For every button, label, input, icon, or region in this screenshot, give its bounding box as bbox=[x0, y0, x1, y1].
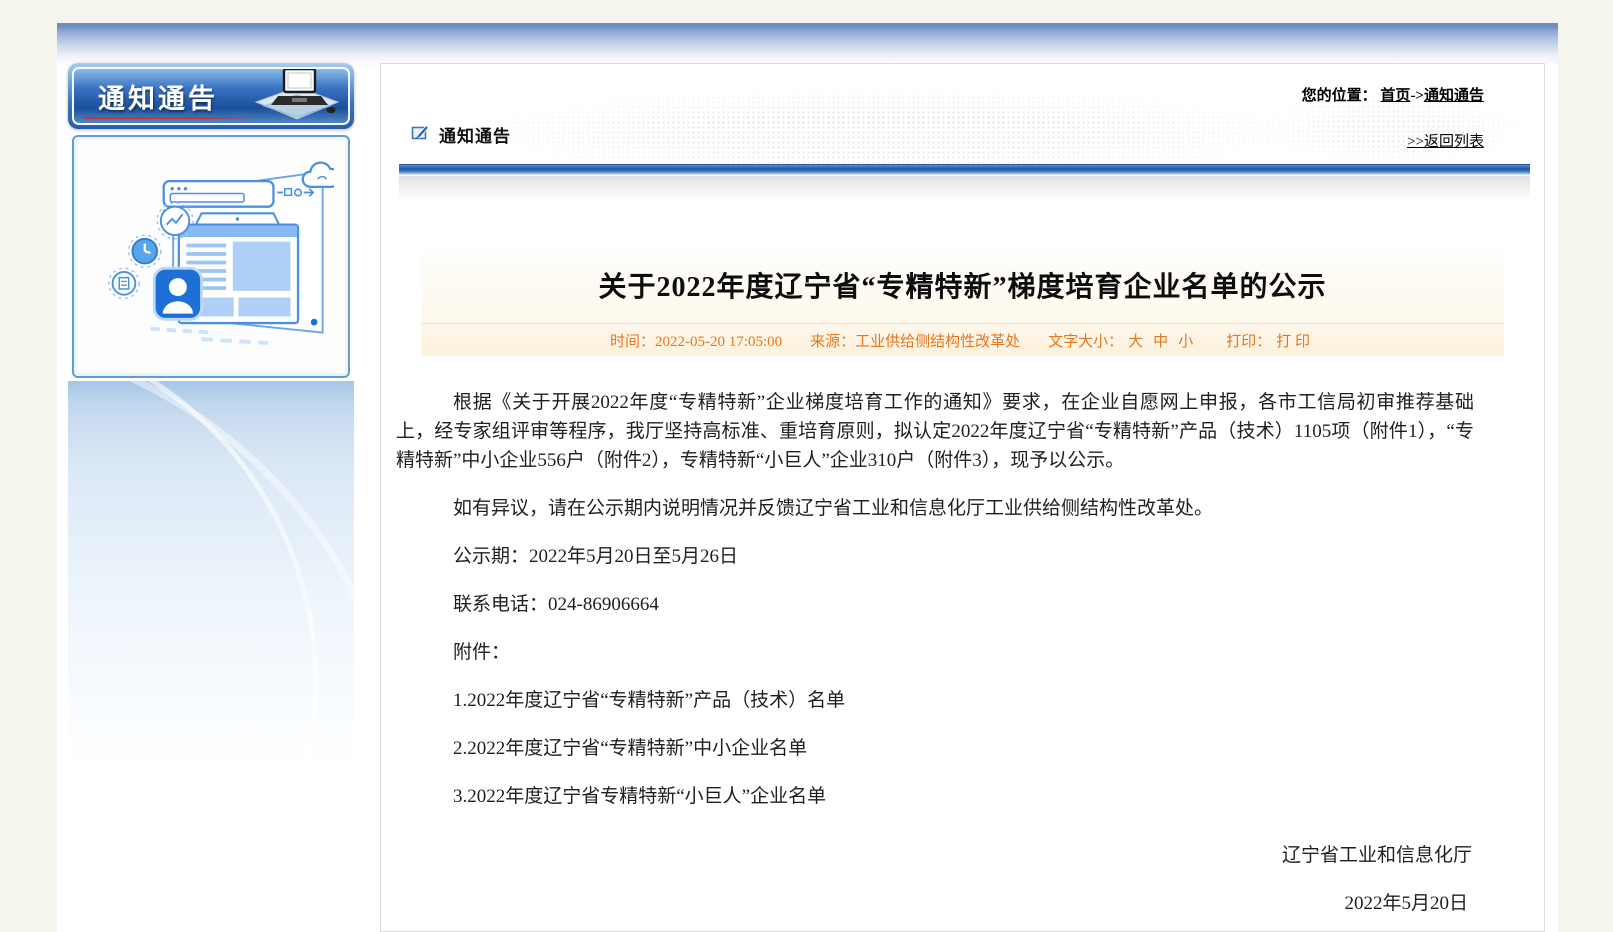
section-divider-bar bbox=[399, 164, 1530, 175]
font-size-medium[interactable]: 中 bbox=[1153, 334, 1168, 350]
meta-print: 打印： 打 印 bbox=[1226, 330, 1315, 351]
attachment-item: 1.2022年度辽宁省“专精特新”产品（技术）名单 bbox=[396, 686, 1474, 715]
paragraph: 公示期：2022年5月20日至5月26日 bbox=[396, 542, 1474, 571]
paragraph: 根据《关于开展2022年度“专精特新”企业梯度培育工作的通知》要求，在企业自愿网… bbox=[396, 388, 1474, 475]
website-illustration bbox=[88, 145, 334, 368]
time-value: 2022-05-20 17:05:00 bbox=[655, 334, 782, 350]
paragraph: 如有异议，请在公示期内说明情况并反馈辽宁省工业和信息化厅工业供给侧结构性改革处。 bbox=[396, 494, 1474, 523]
article-meta-bar: 时间：2022-05-20 17:05:00 来源：工业供给侧结构性改革处 文字… bbox=[421, 323, 1504, 356]
sidebar-header-label: 通知通告 bbox=[98, 77, 254, 116]
sidebar: 通知通告 bbox=[68, 63, 354, 773]
sidebar-header-inner: 通知通告 bbox=[72, 67, 350, 125]
breadcrumb-label: 您的位置： bbox=[1302, 88, 1377, 104]
main-panel: 您的位置： 首页->通知通告 通知通告 >>返回列表 关于2022年度辽宁省“专… bbox=[380, 63, 1545, 932]
top-gradient-bar bbox=[57, 23, 1558, 67]
font-size-small[interactable]: 小 bbox=[1178, 334, 1193, 350]
sidebar-header-notice[interactable]: 通知通告 bbox=[68, 63, 354, 129]
source-value: 工业供给侧结构性改革处 bbox=[855, 334, 1020, 350]
font-size-label: 文字大小： bbox=[1048, 334, 1123, 350]
paragraph: 联系电话：024-86906664 bbox=[396, 590, 1474, 619]
source-label: 来源： bbox=[810, 334, 855, 350]
red-underline bbox=[84, 117, 254, 119]
breadcrumb-home-link[interactable]: 首页 bbox=[1380, 88, 1410, 104]
content-wrapper: 通知通告 bbox=[57, 23, 1558, 932]
print-label: 打印： bbox=[1226, 334, 1271, 350]
signature-org: 辽宁省工业和信息化厅 bbox=[396, 841, 1474, 870]
attachment-item: 2.2022年度辽宁省“专精特新”中小企业名单 bbox=[396, 734, 1474, 763]
print-button[interactable]: 打 印 bbox=[1276, 334, 1310, 350]
attachment-item: 3.2022年度辽宁省专精特新“小巨人”企业名单 bbox=[396, 782, 1474, 811]
time-label: 时间： bbox=[610, 334, 655, 350]
decorative-arc bbox=[68, 381, 354, 773]
back-to-list-link[interactable]: >>返回列表 bbox=[1407, 130, 1484, 151]
breadcrumb-current-link[interactable]: 通知通告 bbox=[1424, 88, 1484, 104]
sidebar-illustration-box bbox=[72, 135, 350, 378]
laptop-icon bbox=[254, 67, 340, 125]
meta-source: 来源：工业供给侧结构性改革处 bbox=[810, 330, 1020, 351]
page: { "sidebar": { "header_title": "通知通告" },… bbox=[0, 0, 1613, 932]
font-size-large[interactable]: 大 bbox=[1128, 334, 1143, 350]
meta-font-size: 文字大小： 大中小 bbox=[1048, 330, 1198, 351]
edit-icon bbox=[411, 123, 430, 147]
section-header: 通知通告 bbox=[411, 122, 511, 147]
divider-shadow bbox=[399, 176, 1530, 200]
breadcrumb: 您的位置： 首页->通知通告 bbox=[1302, 84, 1484, 105]
article-title-band: 关于2022年度辽宁省“专精特新”梯度培育企业名单的公示 bbox=[421, 246, 1504, 323]
sidebar-gradient-panel bbox=[68, 381, 354, 773]
article-body: 根据《关于开展2022年度“专精特新”企业梯度培育工作的通知》要求，在企业自愿网… bbox=[396, 364, 1474, 918]
section-title: 通知通告 bbox=[439, 122, 511, 147]
signature-date: 2022年5月20日 bbox=[396, 889, 1474, 918]
world-map-dots bbox=[496, 90, 1276, 174]
attachments-label: 附件： bbox=[396, 638, 1474, 667]
meta-time: 时间：2022-05-20 17:05:00 bbox=[610, 330, 782, 351]
breadcrumb-separator: -> bbox=[1410, 88, 1424, 104]
article-title: 关于2022年度辽宁省“专精特新”梯度培育企业名单的公示 bbox=[598, 265, 1326, 305]
